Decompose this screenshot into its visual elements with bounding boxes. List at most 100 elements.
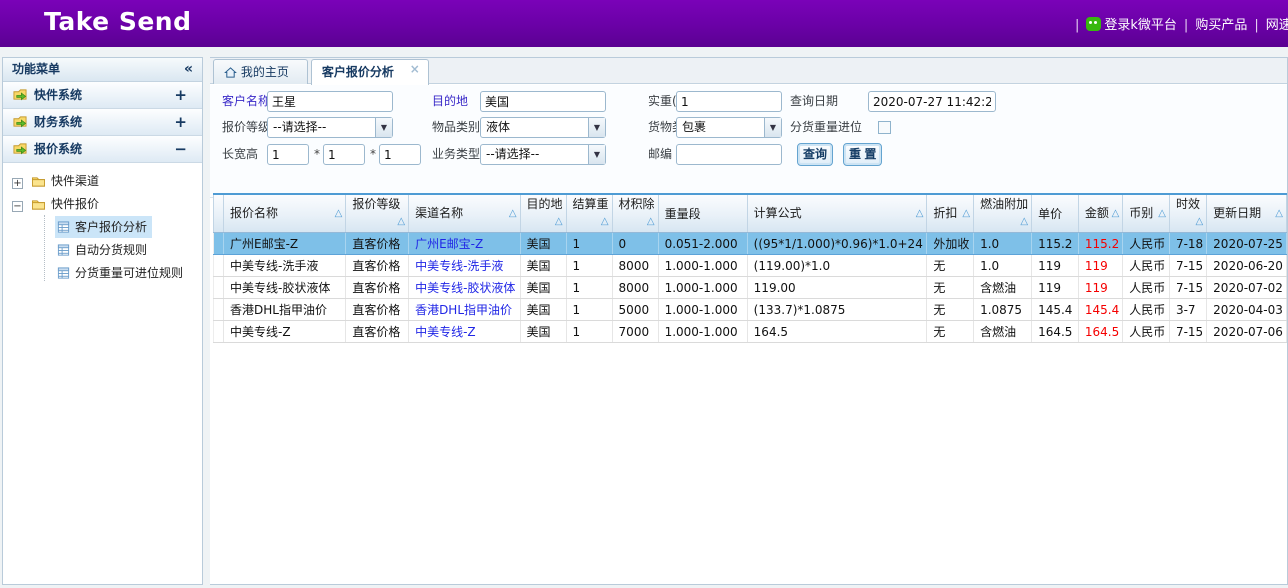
sort-icon[interactable]: △ <box>1158 204 1166 224</box>
channel-link[interactable]: 中美专线-胶状液体 <box>415 281 515 295</box>
cell-燃油附加: 1.0 <box>974 255 1032 277</box>
column-header-重量段[interactable]: 重量段 <box>658 194 747 233</box>
sort-icon[interactable]: △ <box>601 212 609 232</box>
actual-weight-input[interactable] <box>676 91 782 112</box>
item-category-label: 物品类别 <box>432 117 480 138</box>
tree-item-分货重量可进位规则[interactable]: 分货重量可进位规则 <box>3 262 202 285</box>
sort-icon[interactable]: △ <box>916 204 924 224</box>
tab-客户报价分析[interactable]: 客户报价分析× <box>311 59 429 85</box>
close-icon[interactable]: × <box>410 57 420 81</box>
tree-item-客户报价分析[interactable]: 客户报价分析 <box>3 216 202 239</box>
expand-collapse-icon[interactable]: − <box>174 136 187 162</box>
zip-code-label: 邮编 <box>648 144 672 165</box>
column-header-报价等级[interactable]: 报价等级△ <box>346 194 409 233</box>
cell-结算重: 1 <box>566 299 612 321</box>
tree-expander-icon[interactable]: + <box>12 178 23 189</box>
app-window: Take Send |登录k微平台|购买产品|网速测试 功能菜单 « 快件系统+… <box>0 0 1288 588</box>
column-header-渠道名称[interactable]: 渠道名称△ <box>409 194 520 233</box>
grid-icon <box>57 244 70 257</box>
column-header-label: 单价 <box>1038 207 1062 221</box>
query-date-input[interactable] <box>868 91 996 112</box>
tree-item-body[interactable]: 快件渠道 <box>29 170 104 192</box>
cell-材积除: 7000 <box>612 321 658 343</box>
channel-link[interactable]: 中美专线-Z <box>415 325 476 339</box>
sort-icon[interactable]: △ <box>962 204 970 224</box>
column-header-金额[interactable]: 金额△ <box>1078 194 1122 233</box>
chevron-down-icon[interactable]: ▼ <box>375 118 392 137</box>
sort-icon[interactable]: △ <box>647 212 655 232</box>
tree-item-自动分货规则[interactable]: 自动分货规则 <box>3 239 202 262</box>
cell-重量段: 1.000-1.000 <box>658 277 747 299</box>
cell-折扣: 无 <box>927 255 974 277</box>
tree-item-快件渠道[interactable]: + 快件渠道 <box>3 170 202 193</box>
sort-icon[interactable]: △ <box>509 204 517 224</box>
column-header-折扣[interactable]: 折扣△ <box>927 194 974 233</box>
tree-item-body[interactable]: 自动分货规则 <box>55 239 152 261</box>
column-header-币别[interactable]: 币别△ <box>1123 194 1170 233</box>
column-header-单价[interactable]: 单价 <box>1032 194 1079 233</box>
item-category-select[interactable]: 液体 ▼ <box>480 117 606 138</box>
sort-icon[interactable]: △ <box>335 204 343 224</box>
column-header-计算公式[interactable]: 计算公式 △ <box>747 194 927 233</box>
height-input[interactable] <box>379 144 421 165</box>
carry-weight-checkbox[interactable] <box>878 121 891 134</box>
sort-icon[interactable]: △ <box>1275 204 1283 224</box>
sidebar-collapse-icon[interactable]: « <box>184 58 193 81</box>
column-header-燃油附加[interactable]: 燃油附加△ <box>974 194 1032 233</box>
cell-计算公式: 164.5 <box>747 321 927 343</box>
table-row[interactable]: 香港DHL指甲油价直客价格香港DHL指甲油价美国150001.000-1.000… <box>214 299 1287 321</box>
column-header-blank <box>214 194 224 233</box>
table-row[interactable]: 中美专线-洗手液直客价格中美专线-洗手液美国180001.000-1.000(1… <box>214 255 1287 277</box>
reset-button[interactable]: 重 置 <box>843 143 882 166</box>
customer-name-input[interactable] <box>267 91 393 112</box>
cell-币别: 人民币 <box>1123 277 1170 299</box>
sort-icon[interactable]: △ <box>1020 212 1028 232</box>
channel-link[interactable]: 广州E邮宝-Z <box>415 237 483 251</box>
tree-item-快件报价[interactable]: −快件报价 <box>3 193 202 216</box>
top-link[interactable]: 购买产品 <box>1195 18 1247 33</box>
business-type-select[interactable]: --请选择-- ▼ <box>480 144 606 165</box>
column-header-结算重[interactable]: 结算重△ <box>566 194 612 233</box>
channel-link[interactable]: 中美专线-洗手液 <box>415 259 503 273</box>
sort-icon[interactable]: △ <box>555 212 563 232</box>
column-header-更新日期[interactable]: 更新日期△ <box>1207 194 1287 233</box>
tree-expander-icon[interactable]: − <box>12 201 23 212</box>
sidebar: 功能菜单 « 快件系统+财务系统+报价系统− +快件渠道−快件报价客户报价分析自… <box>2 57 203 585</box>
table-row[interactable]: 广州E邮宝-Z直客价格广州E邮宝-Z美国100.051-2.000((95*1/… <box>214 233 1287 255</box>
sidebar-section-报价系统[interactable]: 报价系统− <box>3 136 202 163</box>
column-header-报价名称[interactable]: 报价名称△ <box>224 194 346 233</box>
width-input[interactable] <box>323 144 365 165</box>
cell-重量段: 1.000-1.000 <box>658 299 747 321</box>
zip-code-input[interactable] <box>676 144 782 165</box>
expand-collapse-icon[interactable]: + <box>174 82 187 108</box>
tree-item-body[interactable]: 客户报价分析 <box>55 216 152 238</box>
column-header-目的地[interactable]: 目的地△ <box>520 194 566 233</box>
sort-icon[interactable]: △ <box>1112 204 1120 224</box>
sort-icon[interactable]: △ <box>1195 212 1203 232</box>
column-header-材积除[interactable]: 材积除△ <box>612 194 658 233</box>
table-row[interactable]: 中美专线-胶状液体直客价格中美专线-胶状液体美国180001.000-1.000… <box>214 277 1287 299</box>
expand-collapse-icon[interactable]: + <box>174 109 187 135</box>
cell-燃油附加: 含燃油 <box>974 321 1032 343</box>
sidebar-section-财务系统[interactable]: 财务系统+ <box>3 109 202 136</box>
tab-我的主页[interactable]: 我的主页 <box>213 59 308 84</box>
column-header-时效[interactable]: 时效△ <box>1169 194 1206 233</box>
table-row[interactable]: 中美专线-Z直客价格中美专线-Z美国170001.000-1.000164.5无… <box>214 321 1287 343</box>
quote-grade-select[interactable]: --请选择-- ▼ <box>267 117 393 138</box>
tree-item-body[interactable]: 分货重量可进位规则 <box>55 262 188 284</box>
cargo-type-select[interactable]: 包裹 ▼ <box>676 117 782 138</box>
chevron-down-icon[interactable]: ▼ <box>764 118 781 137</box>
sidebar-section-快件系统[interactable]: 快件系统+ <box>3 82 202 109</box>
channel-link[interactable]: 香港DHL指甲油价 <box>415 303 512 317</box>
length-input[interactable] <box>267 144 309 165</box>
top-link[interactable]: 登录k微平台 <box>1086 18 1177 33</box>
query-button[interactable]: 查询 <box>797 143 833 166</box>
sort-icon[interactable]: △ <box>397 212 405 232</box>
chevron-down-icon[interactable]: ▼ <box>588 145 605 164</box>
tree-item-body[interactable]: 快件报价 <box>29 193 104 215</box>
column-header-label: 计算公式 <box>754 206 802 220</box>
chevron-down-icon[interactable]: ▼ <box>588 118 605 137</box>
top-link[interactable]: 网速测试 <box>1266 18 1288 33</box>
sidebar-accordion: 快件系统+财务系统+报价系统− <box>3 82 202 163</box>
destination-input[interactable] <box>480 91 606 112</box>
